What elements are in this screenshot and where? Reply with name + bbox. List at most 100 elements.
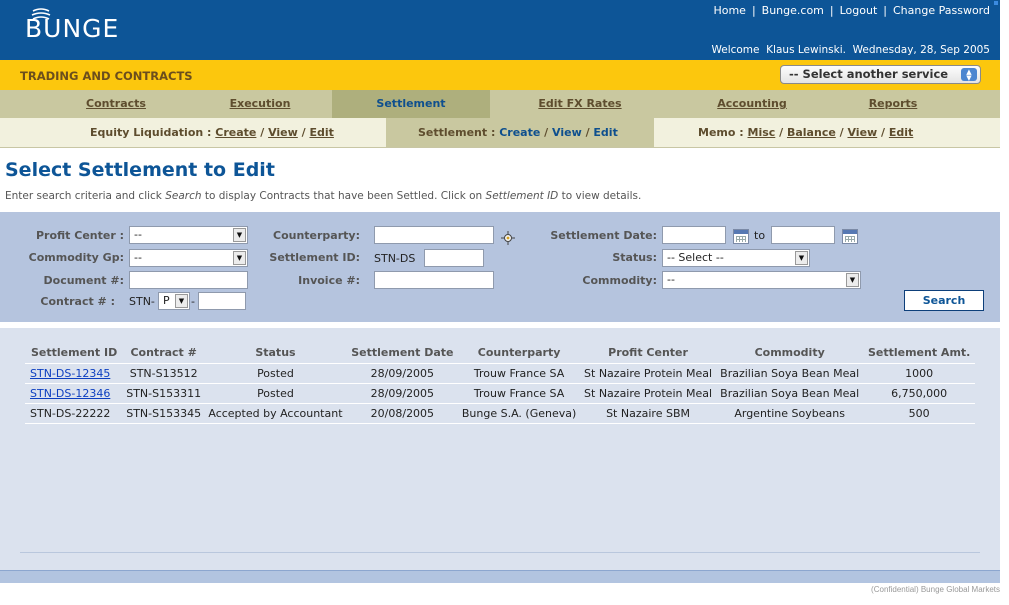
settlement-create-link[interactable]: Create	[499, 126, 540, 139]
counterparty-cell: Trouw France SA	[458, 383, 581, 404]
calendar-icon[interactable]	[842, 229, 858, 244]
column-header-profit-center: Profit Center	[580, 343, 717, 364]
commodity-gp-value: --	[134, 251, 142, 264]
column-header-settlement-id: Settlement ID	[25, 343, 124, 364]
contract-number-input[interactable]	[198, 292, 246, 310]
equity-view-link[interactable]: View	[268, 126, 298, 139]
memo-label: Memo :	[698, 126, 744, 139]
calendar-icon[interactable]	[733, 229, 749, 244]
instructions-text: Enter search criteria and click	[5, 190, 166, 202]
tab-execution[interactable]: Execution	[214, 90, 306, 118]
contract-label: Contract # :	[40, 295, 115, 308]
contract-cell: STN-S153345	[123, 403, 205, 424]
profit-center-cell: St Nazaire Protein Meal	[580, 383, 717, 404]
contract-type-value: P	[163, 294, 170, 307]
counterparty-input[interactable]	[374, 226, 494, 244]
bunge-com-link[interactable]: Bunge.com	[762, 4, 824, 17]
equity-edit-link[interactable]: Edit	[310, 126, 334, 139]
chevron-down-icon: ▼	[175, 294, 188, 308]
divider	[20, 552, 980, 553]
date-from-input[interactable]	[662, 226, 726, 244]
results-table: Settlement ID Contract # Status Settleme…	[25, 343, 975, 424]
date-to-input[interactable]	[771, 226, 835, 244]
chevron-down-icon: ▼	[795, 251, 808, 265]
memo-group: Memo : Misc / Balance / View / Edit	[698, 126, 914, 139]
service-select[interactable]: -- Select another service ▲ ▼	[780, 65, 981, 84]
memo-edit-link[interactable]: Edit	[889, 126, 913, 139]
instructions-settlement-id-term: Settlement ID	[485, 190, 559, 202]
tab-accounting[interactable]: Accounting	[705, 90, 799, 118]
memo-view-link[interactable]: View	[847, 126, 877, 139]
column-header-settlement-date: Settlement Date	[346, 343, 459, 364]
settlement-edit-link[interactable]: Edit	[593, 126, 617, 139]
settlement-view-link[interactable]: View	[552, 126, 582, 139]
confidential-note: (Confidential) Bunge Global Markets	[871, 585, 1000, 594]
profit-center-select[interactable]: -- ▼	[129, 226, 248, 244]
status-select[interactable]: -- Select -- ▼	[662, 249, 810, 267]
change-password-link[interactable]: Change Password	[893, 4, 990, 17]
search-button[interactable]: Search	[904, 290, 984, 311]
tab-reports[interactable]: Reports	[848, 90, 938, 118]
contract-dash: -	[191, 295, 195, 308]
memo-misc-link[interactable]: Misc	[748, 126, 776, 139]
instructions-text: to display Contracts that have been Sett…	[201, 190, 486, 202]
commodity-label: Commodity:	[582, 274, 657, 287]
settlement-amt-cell: 6,750,000	[863, 383, 975, 404]
commodity-cell: Argentine Soybeans	[716, 403, 864, 424]
column-header-status: Status	[204, 343, 347, 364]
separator: |	[883, 4, 887, 17]
main-nav: Contracts Execution Settlement Edit FX R…	[0, 90, 1000, 118]
contract-prefix: STN-	[129, 295, 155, 308]
status-cell: Posted	[204, 383, 347, 404]
commodity-gp-label: Commodity Gp:	[28, 251, 124, 264]
equity-create-link[interactable]: Create	[215, 126, 256, 139]
chevron-down-icon: ▼	[233, 251, 246, 265]
status-cell: Posted	[204, 363, 347, 384]
service-title: TRADING AND CONTRACTS	[20, 69, 193, 83]
counterparty-cell: Trouw France SA	[458, 363, 581, 384]
settlement-date-cell: 20/08/2005	[346, 403, 459, 424]
contract-cell: STN-S13512	[123, 363, 205, 384]
commodity-cell: Brazilian Soya Bean Meal	[716, 363, 864, 384]
profit-center-value: --	[134, 228, 142, 241]
document-input[interactable]	[129, 271, 248, 289]
column-header-commodity: Commodity	[716, 343, 864, 364]
settlement-id-input[interactable]	[424, 249, 484, 267]
counterparty-cell: Bunge S.A. (Geneva)	[458, 403, 581, 424]
profit-center-cell: St Nazaire SBM	[580, 403, 717, 424]
settlement-group: Settlement : Create / View / Edit	[386, 118, 654, 147]
logout-link[interactable]: Logout	[840, 4, 878, 17]
bunge-logo[interactable]: BUNGE	[25, 14, 119, 43]
home-link[interactable]: Home	[713, 4, 745, 17]
commodity-gp-select[interactable]: -- ▼	[129, 249, 248, 267]
table-header-row: Settlement ID Contract # Status Settleme…	[25, 343, 975, 364]
date-to-label: to	[754, 229, 766, 242]
chevron-down-icon: ▼	[846, 273, 859, 287]
profit-center-label: Profit Center :	[35, 229, 124, 242]
commodity-value: --	[667, 273, 675, 286]
tab-settlement[interactable]: Settlement	[332, 90, 490, 118]
commodity-cell: Brazilian Soya Bean Meal	[716, 383, 864, 404]
settlement-id-link[interactable]: STN-DS-12345	[30, 367, 110, 380]
results-panel: Settlement ID Contract # Status Settleme…	[0, 328, 1000, 570]
top-links: Home | Bunge.com | Logout | Change Password	[713, 4, 990, 17]
table-row: STN-DS-12346 STN-S153311 Posted 28/09/20…	[25, 383, 975, 404]
settlement-date-label: Settlement Date:	[550, 229, 657, 242]
memo-balance-link[interactable]: Balance	[787, 126, 836, 139]
status-value: -- Select --	[667, 251, 724, 264]
search-panel: Profit Center : -- ▼ Commodity Gp: -- ▼ …	[0, 212, 1000, 322]
settlement-id-cell: STN-DS-12345	[25, 363, 124, 384]
contract-type-select[interactable]: P ▼	[158, 292, 190, 310]
lookup-icon[interactable]	[500, 230, 516, 246]
commodity-select[interactable]: -- ▼	[662, 271, 861, 289]
sub-nav: Equity Liquidation : Create / View / Edi…	[0, 118, 1000, 148]
service-bar: TRADING AND CONTRACTS -- Select another …	[0, 60, 1000, 90]
settlement-id-cell: STN-DS-22222	[25, 403, 124, 424]
settlement-id-link[interactable]: STN-DS-12346	[30, 387, 110, 400]
separator: |	[751, 4, 756, 17]
invoice-input[interactable]	[374, 271, 494, 289]
counterparty-label: Counterparty:	[273, 229, 360, 242]
tab-edit-fx-rates[interactable]: Edit FX Rates	[525, 90, 635, 118]
tab-contracts[interactable]: Contracts	[70, 90, 162, 118]
column-header-settlement-amt: Settlement Amt.	[863, 343, 975, 364]
